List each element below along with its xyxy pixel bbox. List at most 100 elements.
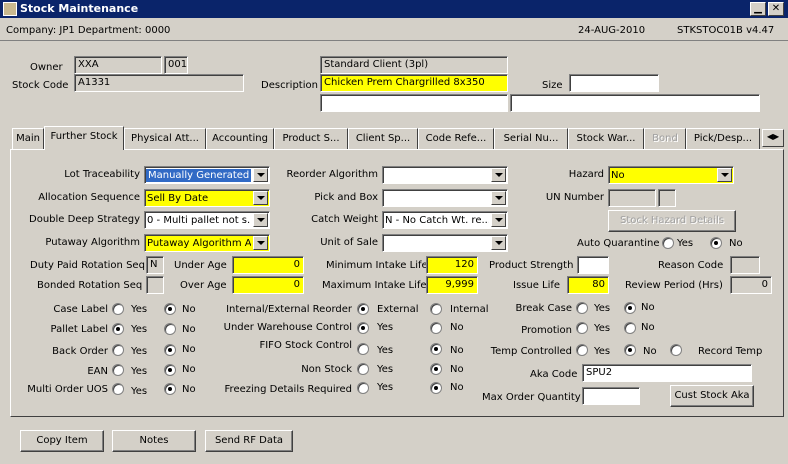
under-age-field[interactable]: 0	[232, 256, 304, 274]
catch-weight-label: Catch Weight	[311, 214, 378, 225]
break-case-no-radio[interactable]	[624, 302, 636, 314]
pick-and-box-select[interactable]	[382, 189, 508, 207]
back-order-yes-radio[interactable]	[112, 344, 124, 356]
ean-no-radio[interactable]	[164, 364, 176, 376]
hazard-select[interactable]: No	[608, 166, 734, 184]
case-label-label: Case Label	[53, 304, 108, 315]
size-field[interactable]	[569, 74, 659, 92]
tab-serial-nu[interactable]: Serial Nu...	[494, 128, 568, 149]
tab-scroll-arrows-icon[interactable]: ◀▶	[762, 129, 784, 147]
under-wh-control-no-radio[interactable]	[430, 322, 442, 334]
tab-stock-war[interactable]: Stock War...	[568, 128, 644, 149]
un-number-extra-field[interactable]	[658, 189, 676, 207]
close-button[interactable]: ✕	[768, 2, 784, 16]
description-extra-2[interactable]	[510, 94, 760, 112]
multi-order-uos-yes-radio[interactable]	[112, 383, 124, 395]
case-label-no-label: No	[182, 304, 196, 315]
ean-yes-radio[interactable]	[112, 364, 124, 376]
tab-accounting[interactable]: Accounting	[206, 128, 274, 149]
description-field[interactable]: Chicken Prem Chargrilled 8x350	[320, 74, 508, 92]
issue-life-field[interactable]: 80	[567, 276, 609, 294]
case-label-yes-radio[interactable]	[112, 303, 124, 315]
fifo-stock-control-no-radio[interactable]	[430, 343, 442, 355]
max-intake-life-field[interactable]: 9,999	[426, 276, 478, 294]
reorder-algorithm-select[interactable]	[382, 166, 508, 184]
over-age-field[interactable]: 0	[232, 276, 304, 294]
minimize-button[interactable]: ▁	[750, 2, 766, 16]
tab-code-refe[interactable]: Code Refe...	[418, 128, 494, 149]
stock-hazard-details-button[interactable]: Stock Hazard Details	[608, 210, 736, 232]
non-stock-yes-radio[interactable]	[357, 363, 369, 375]
back-order-no-radio[interactable]	[164, 344, 176, 356]
chevron-down-icon[interactable]	[491, 168, 506, 182]
auto-quarantine-no-radio[interactable]	[710, 237, 722, 249]
double-deep-strategy-value: 0 - Multi pallet not s...	[147, 215, 251, 226]
title-bar: Stock Maintenance ▁ ✕	[0, 0, 788, 18]
stock-code-field[interactable]: A1331	[74, 74, 244, 92]
auto-quarantine-no-label: No	[729, 238, 743, 249]
un-number-field[interactable]	[608, 189, 656, 207]
promotion-no-radio[interactable]	[624, 322, 636, 334]
reason-code-field[interactable]	[730, 256, 760, 274]
unit-of-sale-label: Unit of Sale	[320, 237, 378, 248]
date-label: 24-AUG-2010	[578, 25, 646, 36]
description-extra-1[interactable]	[320, 94, 508, 112]
tab-bond[interactable]: Bond	[644, 128, 686, 149]
temp-controlled-yes-label: Yes	[594, 346, 611, 357]
tab-product-s[interactable]: Product S...	[274, 128, 348, 149]
owner-field[interactable]: XXA	[74, 56, 162, 74]
ean-yes-label: Yes	[131, 366, 148, 377]
tab-pick-desp[interactable]: Pick/Desp...	[686, 128, 760, 149]
product-strength-field[interactable]	[577, 256, 609, 274]
case-label-yes-label: Yes	[131, 304, 148, 315]
freezing-details-no-radio[interactable]	[430, 382, 442, 394]
promotion-label: Promotion	[521, 325, 572, 336]
auto-quarantine-yes-radio[interactable]	[662, 237, 674, 249]
cust-stock-aka-button[interactable]: Cust Stock Aka	[670, 385, 754, 407]
chevron-down-icon[interactable]	[491, 213, 506, 227]
freezing-details-yes-radio[interactable]	[357, 382, 369, 394]
client-name-field[interactable]: Standard Client (3pl)	[320, 56, 508, 74]
tab-client-sp[interactable]: Client Sp...	[348, 128, 418, 149]
send-rf-data-button[interactable]: Send RF Data	[205, 430, 293, 452]
fifo-stock-control-yes-radio[interactable]	[357, 343, 369, 355]
pallet-label-no-radio[interactable]	[164, 323, 176, 335]
max-order-qty-field[interactable]	[582, 387, 640, 405]
min-intake-life-field[interactable]: 120	[426, 256, 478, 274]
review-period-field[interactable]: 0	[730, 276, 772, 294]
break-case-yes-radio[interactable]	[576, 302, 588, 314]
tab-physical-att[interactable]: Physical Att...	[124, 128, 206, 149]
chevron-down-icon[interactable]	[491, 236, 506, 250]
chevron-down-icon[interactable]	[491, 191, 506, 205]
case-label-no-radio[interactable]	[164, 303, 176, 315]
owner-code-field[interactable]: 001	[164, 56, 188, 74]
pallet-label-yes-radio[interactable]	[112, 323, 124, 335]
temp-controlled-no-radio[interactable]	[624, 344, 636, 356]
notes-button[interactable]: Notes	[112, 430, 196, 452]
multi-order-uos-no-radio[interactable]	[164, 383, 176, 395]
promotion-yes-radio[interactable]	[576, 322, 588, 334]
under-wh-control-yes-radio[interactable]	[357, 322, 369, 334]
bonded-rotation-field[interactable]	[146, 276, 164, 294]
hazard-value: No	[611, 170, 625, 181]
lot-traceability-label: Lot Traceability	[64, 169, 140, 180]
external-reorder-radio[interactable]	[357, 303, 369, 315]
review-period-label: Review Period (Hrs)	[625, 280, 723, 291]
aka-code-field[interactable]: SPU2	[582, 364, 752, 382]
allocation-sequence-value: Sell By Date	[147, 193, 209, 204]
under-wh-control-label: Under Warehouse Control	[223, 322, 352, 333]
catch-weight-select[interactable]: N - No Catch Wt. re...	[382, 211, 508, 229]
tab-main[interactable]: Main	[12, 128, 44, 149]
stock-code-label: Stock Code	[12, 80, 69, 91]
chevron-down-icon[interactable]	[717, 168, 732, 182]
duty-paid-rotation-field[interactable]: N	[146, 256, 164, 274]
record-temp-radio[interactable]	[670, 344, 682, 356]
temp-controlled-yes-radio[interactable]	[576, 344, 588, 356]
tab-further-stock[interactable]: Further Stock	[44, 126, 124, 150]
internal-reorder-radio[interactable]	[430, 303, 442, 315]
multi-order-uos-yes-label: Yes	[131, 386, 148, 397]
app-icon[interactable]	[3, 2, 17, 16]
non-stock-no-radio[interactable]	[430, 363, 442, 375]
unit-of-sale-select[interactable]	[382, 234, 508, 252]
copy-item-button[interactable]: Copy Item	[20, 430, 104, 452]
